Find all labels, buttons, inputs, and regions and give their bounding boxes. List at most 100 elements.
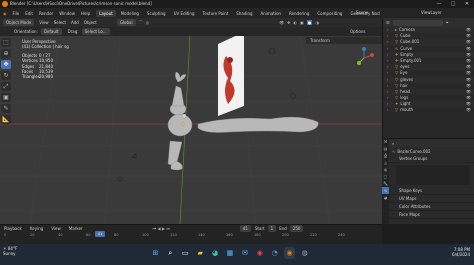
object-menu[interactable]: Object (84, 20, 97, 25)
start-icon[interactable]: ⊞ (150, 247, 161, 259)
section-face-maps[interactable]: Face Maps (389, 211, 474, 219)
object-name[interactable]: BezierCurve.002 (397, 149, 430, 154)
tab-rendering[interactable]: Rendering (286, 10, 312, 17)
file-explorer-icon[interactable]: ▰ (195, 247, 206, 259)
search-icon[interactable]: ⌕ (392, 141, 394, 146)
scene-selector[interactable]: Scene (356, 10, 368, 15)
output-tab-icon[interactable]: ⎙ (382, 152, 389, 159)
outliner-editor-icon[interactable]: ☰ (386, 18, 390, 27)
move-icon[interactable]: ✥ (1, 60, 11, 69)
shading-material-icon[interactable]: ◑ (315, 20, 319, 25)
tab-layout[interactable]: Layout (96, 9, 116, 17)
weather-widget[interactable]: ☀ 84°F Sunny (3, 246, 17, 256)
task-view-icon[interactable]: ▭ (180, 247, 191, 259)
filter-icon[interactable]: ⏷ (446, 18, 449, 27)
playhead[interactable]: 41 (95, 231, 105, 237)
timeline-ruler[interactable]: 0 20 40 60 80 100 120 140 160 180 200 22… (0, 232, 382, 237)
item-label: Curve (400, 45, 413, 51)
tab-shading[interactable]: Shading (233, 10, 255, 17)
item-label: Eye (400, 70, 408, 76)
outliner-search-input[interactable] (392, 19, 443, 26)
material-tab-icon[interactable]: ◕ (382, 194, 389, 201)
cursor-icon[interactable]: ⊕ (1, 49, 11, 58)
gizmo-icon[interactable]: ✥ (287, 20, 290, 25)
overlay-icon[interactable]: ◐ (294, 20, 298, 25)
tab-texture-paint[interactable]: Texture Paint (199, 10, 231, 17)
discord-icon[interactable]: ◔ (269, 247, 280, 259)
marker-menu[interactable]: Marker (69, 226, 83, 231)
tab-compositing[interactable]: Compositing (314, 10, 345, 17)
menu-edit[interactable]: Edit (25, 11, 33, 16)
blender-menu-icon[interactable]: ◉ (3, 11, 7, 16)
select-menu[interactable]: Select (54, 20, 66, 25)
taskbar-apps: ⊞ ⌕ ▭ ▰ ◕ ▦ ✉ ◉ ◔ ◉ ◍ (150, 247, 310, 262)
visibility-icon[interactable]: 👁 (279, 20, 284, 25)
menu-file[interactable]: File (13, 11, 20, 16)
rotate-icon[interactable]: ↻ (1, 71, 11, 80)
collection-label: (41) Collection | hair sg (22, 44, 69, 50)
tab-sculpting[interactable]: Sculpting (144, 10, 169, 17)
menu-help[interactable]: Help (81, 11, 90, 16)
playback-menu[interactable]: Playback (4, 226, 22, 231)
object-tab-icon[interactable]: ▢ (382, 173, 389, 180)
world-tab-icon[interactable]: ◍ (382, 166, 389, 173)
blender-taskbar-icon[interactable]: ◉ (284, 247, 296, 259)
tick-label: 100 (142, 232, 149, 237)
section-color-attributes[interactable]: Color Attributes (389, 203, 474, 211)
navigation-gizmo[interactable] (352, 46, 376, 70)
transform-icon[interactable]: ▣ (1, 93, 11, 102)
modifier-tab-icon[interactable]: 🔧 (382, 180, 389, 187)
steam-icon[interactable]: ◍ (299, 247, 310, 259)
search-icon[interactable]: ⌕ (165, 247, 176, 259)
select-box-icon[interactable]: ⬚ (1, 38, 11, 47)
tab-modeling[interactable]: Modeling (118, 10, 142, 17)
edge-icon[interactable]: ◕ (210, 247, 221, 259)
drag-dropdown[interactable]: Select Lo... (81, 28, 110, 35)
vertex-groups-list[interactable] (396, 165, 470, 185)
scale-icon[interactable]: ⤢ (1, 82, 11, 91)
end-frame-field[interactable]: 250 (289, 224, 304, 232)
transform-panel-header[interactable]: Transform (306, 37, 382, 44)
menu-window[interactable]: Window (59, 11, 75, 16)
tick-label: 60 (86, 232, 91, 237)
mail-icon[interactable]: ✉ (239, 247, 250, 259)
close-button[interactable]: ✕ (460, 0, 474, 8)
snap-icon[interactable]: ⌒ (139, 20, 143, 26)
view-menu[interactable]: View (39, 20, 49, 25)
keying-menu[interactable]: Keying (30, 226, 43, 231)
start-frame-field[interactable]: 1 (267, 224, 277, 232)
options-dropdown[interactable]: Options (350, 29, 365, 34)
chrome-icon[interactable]: ◉ (254, 247, 265, 259)
render-tab-icon[interactable]: ▤ (382, 145, 389, 152)
playback-controls[interactable]: ⏮ ◀ ▶ ⏭ (153, 226, 170, 231)
proportional-edit-icon[interactable]: ◎ (146, 20, 150, 25)
view-menu-timeline[interactable]: View (51, 226, 61, 231)
system-clock[interactable]: 7:08 PM 6/4/2024 (452, 247, 470, 257)
section-uv-maps[interactable]: UV Maps (389, 195, 474, 203)
maximize-button[interactable]: □ (446, 0, 460, 8)
current-frame-field[interactable]: 41 (239, 224, 251, 232)
eye-icon[interactable]: 👁 (466, 107, 471, 113)
mode-dropdown[interactable]: Object Mode (3, 19, 35, 26)
section-shape-keys[interactable]: Shape Keys (389, 187, 474, 195)
add-menu[interactable]: Add (71, 20, 79, 25)
orientation-dropdown[interactable]: Default (40, 28, 62, 35)
shading-solid-icon[interactable]: ● (306, 20, 313, 25)
tab-uv-editing[interactable]: UV Editing (171, 10, 198, 17)
list-item[interactable]: › ▽ mouth 👁 (383, 107, 474, 113)
section-vertex-groups[interactable]: Vertex Groups (389, 155, 474, 163)
minimize-button[interactable]: — (432, 0, 446, 8)
annotate-icon[interactable]: ✎ (1, 104, 11, 113)
measure-icon[interactable]: 📐 (1, 115, 11, 124)
item-label: hair (400, 82, 408, 88)
tool-tab-icon[interactable]: ⚒ (382, 138, 389, 145)
data-tab-icon[interactable]: ∿ (382, 187, 389, 194)
menu-render[interactable]: Render (39, 11, 53, 16)
transform-orientation-dropdown[interactable]: Global (116, 19, 136, 26)
view-layer-selector[interactable]: ViewLayer (421, 10, 442, 15)
scene-tab-icon[interactable]: ◬ (382, 159, 389, 166)
store-icon[interactable]: ▦ (225, 247, 236, 259)
tab-animation[interactable]: Animation (258, 10, 284, 17)
mesh-icon: ▽ (395, 88, 399, 94)
xray-icon[interactable]: ▣ (300, 20, 304, 25)
